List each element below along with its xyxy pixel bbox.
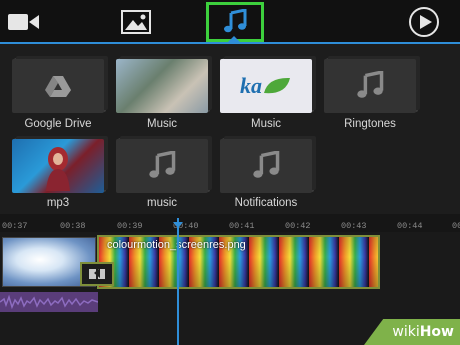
music-note-icon <box>149 151 176 178</box>
timecode-label: 00:43 <box>341 221 367 231</box>
source-tile-google-drive[interactable] <box>12 59 104 113</box>
play-button[interactable] <box>404 4 444 40</box>
music-note-icon <box>253 151 280 178</box>
image-icon[interactable] <box>112 4 160 40</box>
timecode-label: 00:45 <box>452 221 460 231</box>
source-label: mp3 <box>46 197 70 209</box>
source-tile-music-folder[interactable] <box>116 139 208 193</box>
source-tile-ringtones[interactable] <box>324 59 416 113</box>
timecode-label: 00:44 <box>397 221 423 231</box>
source-label: Notifications <box>234 197 298 209</box>
singer-thumbnail <box>46 147 70 191</box>
transition-button[interactable] <box>80 262 114 286</box>
playhead-handle[interactable] <box>173 222 183 228</box>
source-tile-notifications[interactable] <box>220 139 312 193</box>
source-label: Google Drive <box>24 118 92 130</box>
media-toolbar <box>0 0 460 44</box>
timecode-label: 00:41 <box>229 221 255 231</box>
video-clip-2[interactable]: colourmotion_screenres.png <box>97 235 380 289</box>
source-label: Music <box>250 118 282 130</box>
timecode-label: 00:42 <box>285 221 311 231</box>
transition-icon <box>89 268 105 279</box>
source-label: Ringtones <box>344 118 396 130</box>
playhead[interactable] <box>177 218 179 345</box>
watermark-wiki: wiki <box>392 324 420 340</box>
timecode-label: 00:39 <box>117 221 143 231</box>
source-label: music <box>146 197 178 209</box>
audio-waveform <box>0 294 98 310</box>
play-icon <box>409 7 439 37</box>
video-camera-icon[interactable] <box>6 4 42 40</box>
music-note-icon <box>224 9 247 33</box>
watermark-how: How <box>419 324 454 340</box>
audio-track[interactable] <box>0 292 98 312</box>
source-tile-mp3[interactable] <box>12 139 104 193</box>
source-tile-music-1[interactable] <box>116 59 208 113</box>
google-drive-icon <box>45 76 71 97</box>
leaf-icon <box>264 77 290 94</box>
source-tile-music-2[interactable]: ka <box>220 59 312 113</box>
music-note-icon <box>357 71 384 98</box>
media-source-grid: Google Drive Music ka Music Ringtones mp… <box>0 44 460 214</box>
source-label: Music <box>146 118 178 130</box>
timecode-label: 00:37 <box>2 221 28 231</box>
thumbnail-text: ka <box>240 73 262 98</box>
timecode-label: 00:38 <box>60 221 86 231</box>
timeline-ruler[interactable]: 00:37 00:38 00:39 00:40 00:41 00:42 00:4… <box>0 214 460 232</box>
